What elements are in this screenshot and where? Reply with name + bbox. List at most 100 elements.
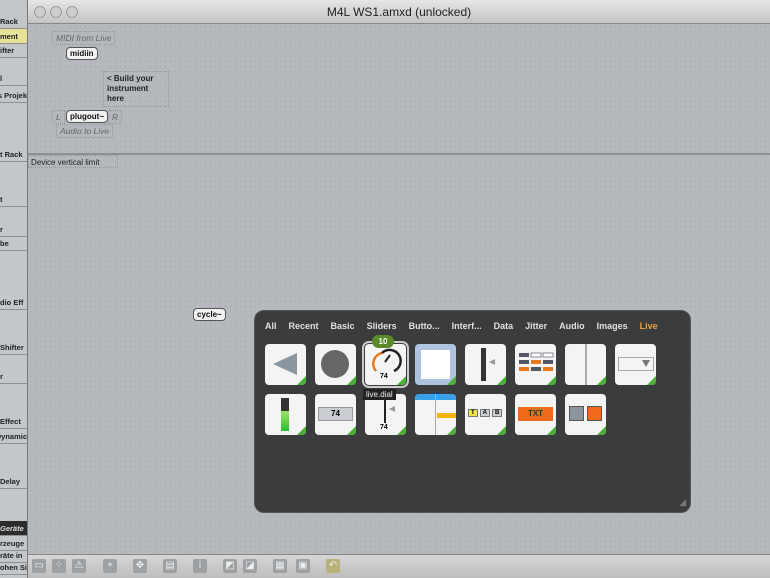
add-icon[interactable]: + xyxy=(103,559,117,573)
live-meter-tile[interactable] xyxy=(265,394,306,435)
sidebar-item-label: Shifter xyxy=(0,343,24,352)
tab-letter-t: T xyxy=(468,409,478,417)
sidebar-item-label: Effect xyxy=(0,417,21,426)
slider-value: 74 xyxy=(380,424,388,431)
audio-to-live-comment: Audio to Live xyxy=(56,124,114,138)
lock-icon[interactable]: ▭ xyxy=(32,559,46,573)
sidebar-item-label: ifter xyxy=(0,46,15,55)
live-text-tile[interactable]: TXT xyxy=(515,394,556,435)
live-colors-tile[interactable] xyxy=(565,394,606,435)
sidebar-item-label: be xyxy=(0,239,9,248)
right-label: R xyxy=(108,110,123,124)
inspector-icon[interactable]: ▤ xyxy=(163,559,177,573)
live-toggle-tile[interactable] xyxy=(415,344,456,385)
sidebar-item-label: r xyxy=(0,225,3,234)
move-icon[interactable]: ✥ xyxy=(133,559,147,573)
left-label: L xyxy=(52,110,65,124)
close-button[interactable] xyxy=(34,6,46,18)
tab-letter-b: B xyxy=(492,409,503,417)
midi-from-live-comment: MIDI from Live xyxy=(52,31,116,45)
sidebar-item[interactable]: Delay xyxy=(0,474,27,489)
palette-tab[interactable]: Sliders xyxy=(367,321,397,331)
live-tabs-tile[interactable] xyxy=(415,394,456,435)
sidebar-item-label: dio Eff xyxy=(0,298,24,307)
sidebar-item-label: t Rack xyxy=(0,150,23,159)
sidebar-item[interactable]: r xyxy=(0,222,27,237)
live-line-tile[interactable] xyxy=(565,344,606,385)
tooltip: live.dial xyxy=(363,389,396,400)
sidebar-item[interactable]: t xyxy=(0,192,27,207)
title-bar: M4L WS1.amxd (unlocked) xyxy=(28,0,770,24)
grid-icon[interactable]: ▦ xyxy=(273,559,287,573)
undo-icon[interactable]: ↶ xyxy=(326,559,340,573)
sidebar-item[interactable]: s Projek xyxy=(0,88,27,103)
object-palette: All Recent Basic Sliders Butto... Interf... Da… xyxy=(254,310,691,513)
palette-tab[interactable]: Images xyxy=(597,321,628,331)
sidebar-item[interactable]: l xyxy=(0,71,27,86)
palette-tab[interactable]: Audio xyxy=(559,321,585,331)
sidebar-item[interactable]: be xyxy=(0,236,27,251)
bottom-toolbar: ▭ ⁘ ⚠ + ✥ ▤ i ◩ ◪ ▦ ▣ ↶ xyxy=(28,554,770,578)
numbox-value: 74 xyxy=(318,407,353,421)
sidebar-item[interactable]: r xyxy=(0,369,27,384)
plugout-object[interactable]: plugout~ xyxy=(66,110,108,123)
warning-icon[interactable]: ⚠ xyxy=(72,559,86,573)
sidebar-item-label: Dynamic xyxy=(0,432,27,441)
window-title: M4L WS1.amxd (unlocked) xyxy=(326,5,472,19)
live-menu-tile[interactable] xyxy=(615,344,656,385)
palette-tab[interactable]: Recent xyxy=(289,321,319,331)
sidebar-item-label: rzeuge xyxy=(0,539,25,548)
sidebar-item-label: l xyxy=(0,74,3,83)
text-label: TXT xyxy=(518,407,553,421)
sidebar-item-label: Delay xyxy=(0,477,21,486)
usage-badge: 10 xyxy=(372,335,394,348)
live-button-tile[interactable] xyxy=(315,344,356,385)
presentation-icon[interactable]: ⁘ xyxy=(52,559,66,573)
live-grid-tile[interactable] xyxy=(515,344,556,385)
palette-tab[interactable]: Data xyxy=(494,321,514,331)
live-slider-numbered-tile[interactable]: 74 xyxy=(365,394,406,435)
info-icon[interactable]: i xyxy=(193,559,207,573)
sidebar-item[interactable]: Shifter xyxy=(0,340,27,355)
device-browser-sidebar: Rack ment ifter l s Projek t Rack t r be dio Eff S… xyxy=(0,0,27,578)
minimize-button[interactable] xyxy=(50,6,62,18)
sidebar-item[interactable]: Dynamic xyxy=(0,429,27,444)
dial-value: 74 xyxy=(380,373,388,380)
zoom-button[interactable] xyxy=(66,6,78,18)
patcher-window: M4L WS1.amxd (unlocked) MIDI from Live m… xyxy=(27,0,770,578)
live-gain-tile[interactable] xyxy=(265,344,306,385)
snap-icon[interactable]: ▣ xyxy=(296,559,310,573)
live-dial-tile[interactable]: 74 xyxy=(362,341,409,388)
sidebar-item-label: Geräte xyxy=(0,524,24,533)
sidebar-item-label: s Projek xyxy=(0,91,27,100)
device-vertical-limit-line[interactable] xyxy=(28,153,770,155)
sidebar-item[interactable]: ohen Si xyxy=(0,560,27,575)
build-instrument-comment: < Build your instrument here xyxy=(103,71,169,107)
midiin-object[interactable]: midiin xyxy=(66,47,98,60)
sidebar-item[interactable]: ifter xyxy=(0,43,27,58)
sidebar-item-label: ment xyxy=(0,32,18,41)
sidebar-item-label: Rack xyxy=(0,17,18,26)
sidebar-item[interactable]: Rack xyxy=(0,14,27,29)
palette-tab[interactable]: Jitter xyxy=(525,321,547,331)
back-icon[interactable]: ◪ xyxy=(243,559,257,573)
sidebar-item[interactable]: ment xyxy=(0,29,27,44)
front-icon[interactable]: ◩ xyxy=(223,559,237,573)
sidebar-item[interactable]: Effect xyxy=(0,414,27,429)
palette-tab[interactable]: Butto... xyxy=(409,321,440,331)
live-tab-tile[interactable]: T A B xyxy=(465,394,506,435)
palette-tab[interactable]: Interf... xyxy=(452,321,482,331)
sidebar-item[interactable]: Geräte xyxy=(0,521,27,536)
palette-tabs: All Recent Basic Sliders Butto... Interf... Da… xyxy=(265,321,670,331)
live-slider-tile[interactable] xyxy=(465,344,506,385)
sidebar-item-label: ohen Si xyxy=(0,563,27,572)
palette-tab[interactable]: Basic xyxy=(331,321,355,331)
sidebar-item-label: räte in xyxy=(0,551,23,560)
palette-tab[interactable]: All xyxy=(265,321,277,331)
resize-grip-icon[interactable]: ◢ xyxy=(679,497,686,508)
sidebar-item[interactable]: t Rack xyxy=(0,147,27,162)
live-numbox-tile[interactable]: 74 xyxy=(315,394,356,435)
cycle-object[interactable]: cycle~ xyxy=(193,308,226,321)
palette-tab[interactable]: Live xyxy=(640,321,658,331)
sidebar-item[interactable]: dio Eff xyxy=(0,295,27,310)
